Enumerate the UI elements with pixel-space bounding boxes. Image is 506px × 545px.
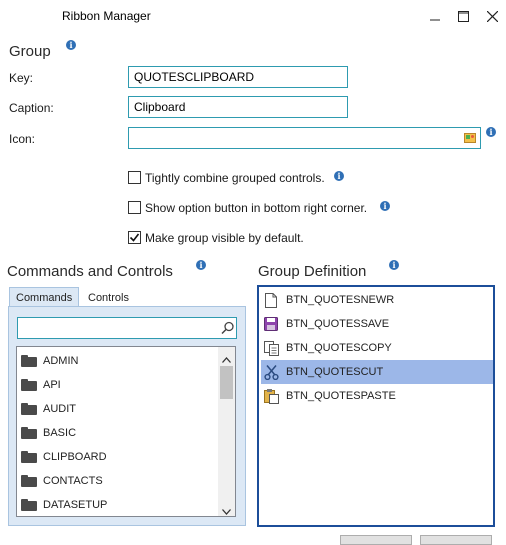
list-item[interactable]: CLIPBOARD bbox=[21, 446, 107, 468]
group-info-icon[interactable]: i bbox=[66, 40, 76, 50]
option-label-show-option-button: Show option button in bottom right corne… bbox=[145, 201, 368, 215]
icon-label: Icon: bbox=[9, 132, 36, 146]
group-definition-list[interactable]: BTN_QUOTESNEWR BTN_QUOTESSAVE BTN_QUOTES… bbox=[257, 285, 495, 527]
minimize-button[interactable] bbox=[424, 6, 446, 26]
option-checkbox-show-option-button[interactable] bbox=[128, 201, 141, 214]
group-heading: Group bbox=[9, 43, 51, 60]
close-icon bbox=[486, 10, 498, 22]
list-item[interactable]: BASIC bbox=[21, 422, 76, 444]
scroll-up-icon[interactable] bbox=[222, 352, 231, 366]
list-item[interactable]: CONTACTS bbox=[21, 470, 103, 492]
icon-input[interactable] bbox=[128, 127, 481, 149]
cut-icon bbox=[263, 364, 279, 380]
title-bar: Ribbon Manager bbox=[0, 0, 506, 32]
maximize-button[interactable] bbox=[452, 6, 474, 26]
list-item[interactable]: API bbox=[21, 374, 61, 396]
caption-input[interactable]: Clipboard bbox=[128, 96, 348, 118]
commands-info-icon[interactable]: i bbox=[196, 260, 206, 270]
key-input[interactable]: QUOTESCLIPBOARD bbox=[128, 66, 348, 88]
image-picker-icon[interactable] bbox=[464, 131, 476, 143]
group-definition-item-label: BTN_QUOTESCOPY bbox=[286, 342, 392, 354]
group-definition-item[interactable]: BTN_QUOTESCOPY bbox=[261, 336, 493, 360]
tab-commands[interactable]: Commands bbox=[9, 287, 80, 307]
group-definition-info-icon[interactable]: i bbox=[389, 260, 399, 270]
caption-label: Caption: bbox=[9, 101, 54, 115]
checkmark-icon bbox=[129, 233, 140, 242]
search-icon[interactable] bbox=[221, 321, 235, 335]
list-item-label: CONTACTS bbox=[43, 475, 103, 487]
group-definition-item[interactable]: BTN_QUOTESSAVE bbox=[261, 312, 493, 336]
list-item-label: API bbox=[43, 379, 61, 391]
group-definition-heading: Group Definition bbox=[258, 263, 367, 280]
scroll-thumb[interactable] bbox=[220, 366, 233, 399]
new-document-icon bbox=[263, 292, 279, 308]
tab-controls[interactable]: Controls bbox=[82, 288, 135, 308]
group-definition-item[interactable]: BTN_QUOTESNEWR bbox=[261, 288, 493, 312]
folder-icon bbox=[21, 355, 37, 367]
folder-icon bbox=[21, 403, 37, 415]
close-button[interactable] bbox=[481, 6, 503, 26]
list-item-label: AUDIT bbox=[43, 403, 76, 415]
option-info-icon-show-option-button[interactable]: i bbox=[380, 201, 390, 211]
option-info-icon-tightly-combine[interactable]: i bbox=[334, 171, 344, 181]
group-definition-item-label: BTN_QUOTESSAVE bbox=[286, 318, 390, 330]
commands-search-input[interactable] bbox=[17, 317, 237, 339]
paste-icon bbox=[263, 388, 279, 404]
icon-info-icon[interactable]: i bbox=[486, 127, 496, 137]
maximize-icon bbox=[457, 10, 469, 22]
commands-list-scrollbar[interactable] bbox=[218, 347, 235, 516]
list-item-label: DATASETUP bbox=[43, 499, 108, 511]
group-definition-item[interactable]: BTN_QUOTESPASTE bbox=[261, 384, 493, 408]
folder-icon bbox=[21, 379, 37, 391]
option-label-visible-by-default: Make group visible by default. bbox=[145, 231, 304, 245]
list-item[interactable]: AUDIT bbox=[21, 398, 76, 420]
folder-icon bbox=[21, 499, 37, 511]
folder-icon bbox=[21, 427, 37, 439]
option-label-tightly-combine: Tightly combine grouped controls. bbox=[145, 171, 325, 185]
list-item[interactable]: ADMIN bbox=[21, 350, 78, 372]
list-item-label: BASIC bbox=[43, 427, 77, 439]
folder-icon bbox=[21, 475, 37, 487]
list-item-label: ADMIN bbox=[43, 355, 79, 367]
option-checkbox-visible-by-default[interactable] bbox=[128, 231, 141, 244]
window-title: Ribbon Manager bbox=[62, 9, 151, 23]
commands-list[interactable]: ADMIN API AUDIT BASIC CLIPBOARD CONTACTS… bbox=[16, 346, 236, 517]
save-icon bbox=[263, 316, 279, 332]
list-item-label: CLIPBOARD bbox=[43, 451, 107, 463]
list-item[interactable]: DATASETUP bbox=[21, 494, 107, 516]
commands-heading: Commands and Controls bbox=[7, 263, 173, 280]
copy-icon bbox=[263, 340, 279, 356]
dialog-button-right[interactable] bbox=[420, 535, 492, 545]
minimize-icon bbox=[430, 19, 440, 21]
group-definition-item-label: BTN_QUOTESNEWR bbox=[286, 294, 395, 306]
group-definition-item[interactable]: BTN_QUOTESCUT bbox=[261, 360, 493, 384]
group-definition-item-label: BTN_QUOTESPASTE bbox=[286, 390, 396, 402]
key-label: Key: bbox=[9, 71, 34, 85]
dialog-button-left[interactable] bbox=[340, 535, 412, 545]
group-definition-item-label: BTN_QUOTESCUT bbox=[286, 366, 384, 378]
scroll-down-icon[interactable] bbox=[222, 504, 231, 516]
option-checkbox-tightly-combine[interactable] bbox=[128, 171, 141, 184]
folder-icon bbox=[21, 451, 37, 463]
